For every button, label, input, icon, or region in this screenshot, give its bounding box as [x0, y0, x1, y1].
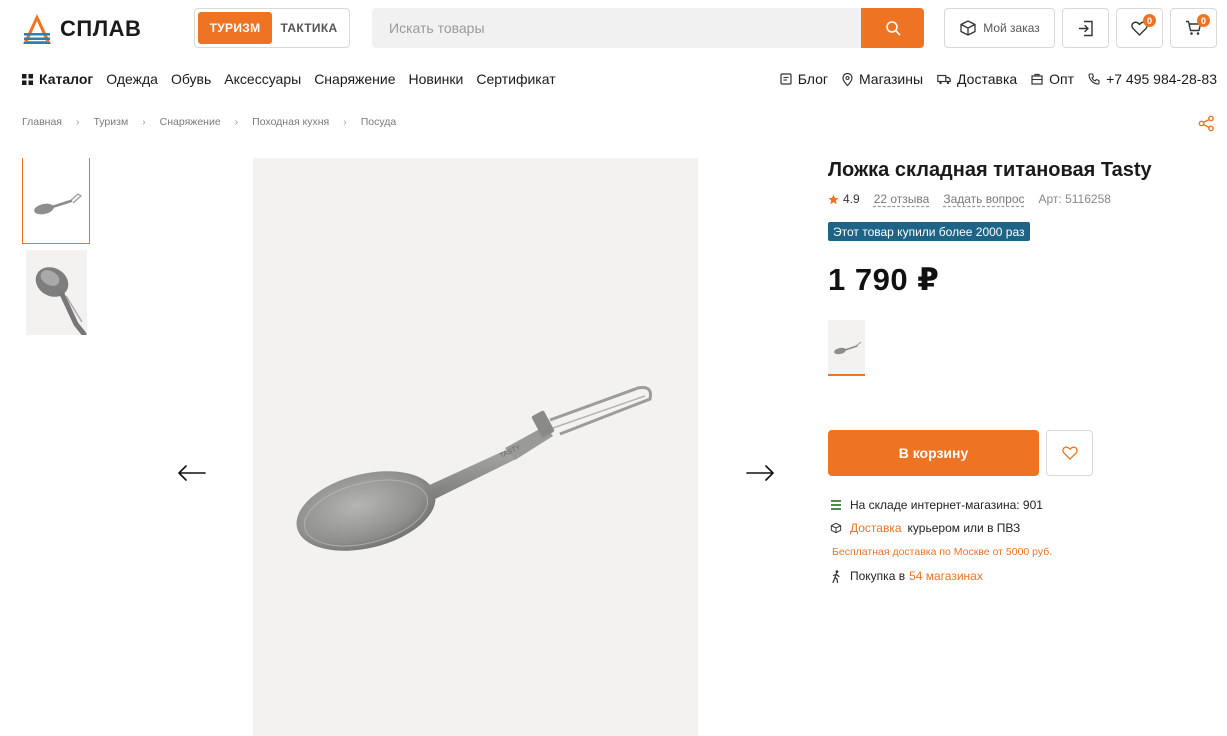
rating: 4.9 [828, 192, 860, 206]
breadcrumb-item[interactable]: Главная [22, 116, 62, 128]
breadcrumb-item[interactable]: Туризм [93, 116, 128, 128]
nav-item-accessories[interactable]: Аксессуары [224, 71, 301, 87]
favorites-button[interactable]: 0 [1116, 8, 1163, 48]
logo-text: СПЛАВ [60, 16, 142, 41]
stock-info: На складе интернет-магазина: 901 [828, 498, 1043, 512]
cart-button[interactable]: 0 [1170, 8, 1217, 48]
stock-level-icon [828, 499, 844, 511]
spoon-thumbnail-image [34, 192, 82, 214]
search-input[interactable] [372, 8, 861, 48]
chevron-right-icon: › [343, 116, 347, 128]
cart-count-badge: 0 [1197, 14, 1210, 27]
nav-item-new[interactable]: Новинки [409, 71, 464, 87]
nav-item-certificate[interactable]: Сертификат [476, 71, 555, 87]
location-pin-icon [842, 72, 853, 86]
nav-stores-label: Магазины [858, 71, 924, 87]
breadcrumb-item[interactable]: Посуда [361, 116, 397, 128]
login-icon [1078, 20, 1093, 36]
free-delivery-note: Бесплатная доставка по Москве от 5000 ру… [832, 546, 1053, 558]
truck-icon [937, 74, 951, 84]
popularity-badge: Этот товар купили более 2000 раз [828, 222, 1030, 241]
nav-phone-label: +7 495 984-28-83 [1106, 71, 1217, 87]
delivery-info: Доставка курьером или в ПВЗ [828, 521, 1020, 535]
arrow-right-icon[interactable] [745, 462, 775, 484]
mode-tactics-button[interactable]: ТАКТИКА [272, 12, 346, 44]
nav-stores[interactable]: Магазины [842, 71, 923, 87]
grid-icon [22, 73, 33, 85]
product-meta: 4.9 22 отзыва Задать вопрос Арт: 5116258 [828, 192, 1111, 206]
nav-item-shoes[interactable]: Обувь [171, 71, 211, 87]
nav-blog[interactable]: Блог [780, 71, 828, 87]
nav-delivery[interactable]: Доставка [937, 71, 1017, 87]
breadcrumb-item[interactable]: Походная кухня [252, 116, 329, 128]
search-button[interactable] [861, 8, 924, 48]
product-image-viewer[interactable]: TASTY [253, 158, 698, 736]
favorites-count-badge: 0 [1143, 14, 1156, 27]
header: СПЛАВ ТУРИЗМ ТАКТИКА Мой заказ 0 [0, 0, 1227, 60]
main-nav: Каталог Одежда Обувь Аксессуары Снаряжен… [22, 68, 556, 90]
my-order-button[interactable]: Мой заказ [944, 8, 1055, 48]
delivery-box-icon [828, 522, 844, 534]
my-order-label: Мой заказ [983, 21, 1040, 35]
nav-delivery-label: Доставка [957, 71, 1018, 87]
stores-link[interactable]: 54 магазинах [909, 569, 983, 583]
product-price: 1 790 ₽ [828, 262, 940, 297]
spoon-closeup-image [35, 267, 87, 335]
article-number: Арт: 5116258 [1038, 192, 1111, 206]
logo-icon [23, 14, 51, 44]
product-title: Ложка складная титановая Tasty [828, 159, 1152, 181]
login-button[interactable] [1062, 8, 1109, 48]
catalog-label: Каталог [39, 71, 94, 87]
rating-value: 4.9 [843, 192, 860, 206]
chevron-right-icon: › [234, 116, 239, 128]
add-to-favorites-button[interactable] [1046, 430, 1093, 476]
reviews-link[interactable]: 22 отзыва [874, 192, 930, 206]
nav-blog-label: Блог [797, 71, 828, 87]
spoon-product-image: TASTY [296, 386, 652, 551]
logo[interactable]: СПЛАВ [22, 12, 141, 46]
stock-text: На складе интернет-магазина: 901 [850, 498, 1043, 512]
phone-icon [1088, 73, 1100, 85]
nav-wholesale[interactable]: Опт [1031, 71, 1074, 87]
heart-icon [1061, 446, 1078, 460]
delivery-link[interactable]: Доставка [850, 521, 902, 535]
walking-person-icon [828, 569, 844, 583]
chevron-right-icon: › [142, 116, 146, 128]
variant-swatch[interactable] [828, 320, 865, 376]
mode-tourism-button[interactable]: ТУРИЗМ [198, 12, 272, 44]
catalog-menu[interactable]: Каталог [22, 71, 93, 87]
gallery-thumbnail-1[interactable] [22, 158, 90, 244]
nav-item-clothing[interactable]: Одежда [106, 71, 158, 87]
chevron-right-icon: › [75, 116, 80, 128]
stores-info: Покупка в 54 магазинах [828, 569, 983, 583]
spoon-variant-image [833, 341, 861, 355]
nav-item-gear[interactable]: Снаряжение [314, 71, 395, 87]
arrow-left-icon[interactable] [177, 462, 207, 484]
stores-text: Покупка в [850, 569, 906, 583]
breadcrumb-item[interactable]: Снаряжение [160, 116, 221, 128]
blog-icon [780, 73, 792, 85]
search-bar [372, 8, 924, 48]
share-icon[interactable] [1198, 115, 1215, 132]
wholesale-icon [1031, 73, 1043, 85]
nav-phone[interactable]: +7 495 984-28-83 [1088, 71, 1217, 87]
mode-switch: ТУРИЗМ ТАКТИКА [194, 8, 350, 48]
nav-wholesale-label: Опт [1049, 71, 1075, 87]
gallery-thumbnail-2[interactable] [26, 250, 87, 335]
star-icon [828, 194, 839, 204]
delivery-text: курьером или в ПВЗ [907, 521, 1021, 535]
secondary-nav: Блог Магазины Доставка Опт +7 495 984-28… [780, 68, 1217, 90]
add-to-cart-button[interactable]: В корзину [828, 430, 1039, 476]
ask-question-link[interactable]: Задать вопрос [943, 192, 1024, 206]
breadcrumb: Главная › Туризм › Снаряжение › Походная… [22, 116, 396, 128]
search-icon [885, 21, 900, 36]
box-icon [960, 20, 976, 36]
